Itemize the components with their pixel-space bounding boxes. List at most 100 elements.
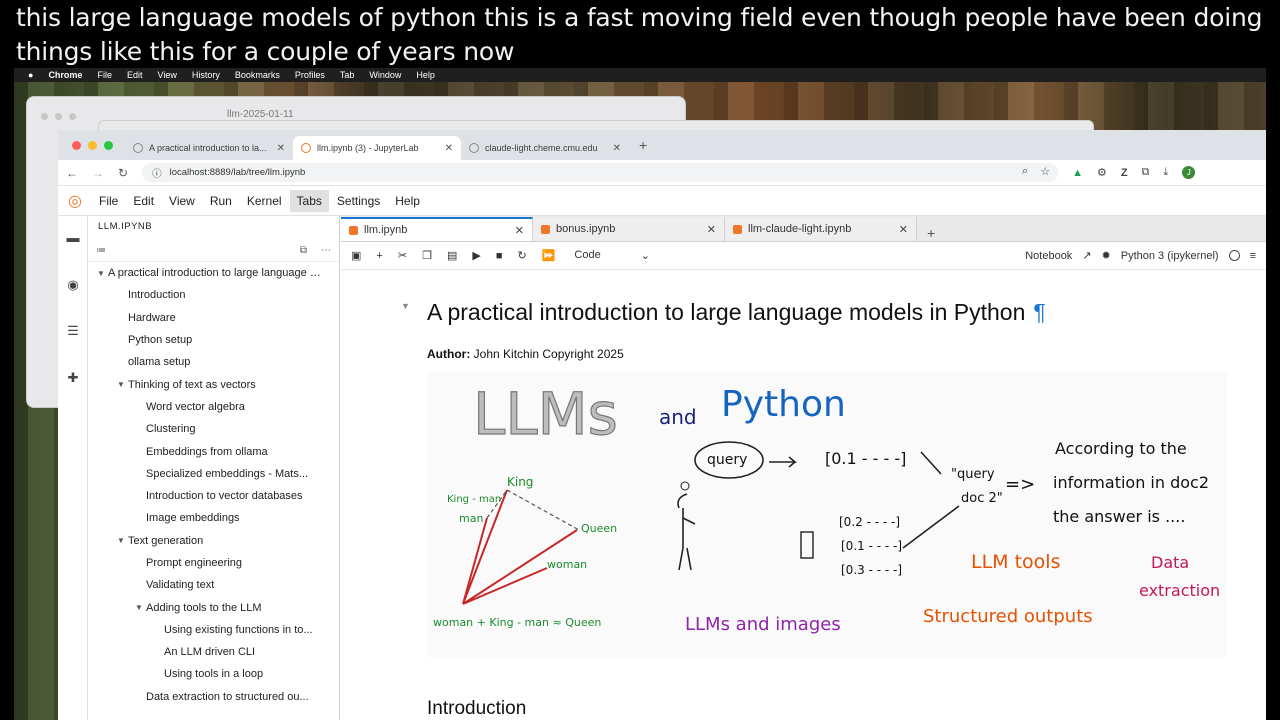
menu-tab[interactable]: Tab xyxy=(340,70,355,80)
menu-icon[interactable]: ≡ xyxy=(1250,250,1256,262)
save-icon[interactable]: ▣ xyxy=(351,249,361,262)
paste-icon[interactable]: ▤ xyxy=(447,249,457,262)
bug-icon[interactable]: ✹ xyxy=(1102,249,1111,262)
doc-tab-bonus[interactable]: bonus.ipynb ✕ xyxy=(533,217,725,241)
browser-tab-claude-light[interactable]: claude-light.cheme.cmu.edu ✕ xyxy=(461,136,629,160)
toc-item[interactable]: Validating text xyxy=(88,574,339,596)
browser-tab-jupyterlab[interactable]: llm.ipynb (3) - JupyterLab ✕ xyxy=(293,136,461,160)
jmenu-settings[interactable]: Settings xyxy=(330,190,387,212)
toc-item[interactable]: Specialized embeddings - Mats... xyxy=(88,463,339,485)
restart-icon[interactable]: ↻ xyxy=(517,249,526,262)
jmenu-help[interactable]: Help xyxy=(388,190,427,212)
new-tab-button[interactable]: + xyxy=(639,137,647,153)
run-all-icon[interactable]: ⏩ xyxy=(542,249,556,262)
collapse-all-icon[interactable]: ⧉ xyxy=(300,245,307,256)
toc-item[interactable]: Using existing functions in to... xyxy=(88,619,339,641)
menu-file[interactable]: File xyxy=(97,70,112,80)
extensions-puzzle-icon[interactable]: ⧉ xyxy=(1142,166,1150,179)
menu-chrome[interactable]: Chrome xyxy=(48,70,82,80)
kernel-name[interactable]: Python 3 (ipykernel) xyxy=(1121,250,1219,262)
toc-item[interactable]: Word vector algebra xyxy=(88,396,339,418)
menu-bookmarks[interactable]: Bookmarks xyxy=(235,70,280,80)
toc-item[interactable]: Using tools in a loop xyxy=(88,663,339,685)
external-link-icon[interactable]: ↗ xyxy=(1082,249,1091,262)
menu-view[interactable]: View xyxy=(157,70,176,80)
close-dot[interactable] xyxy=(72,140,81,150)
toc-item[interactable]: ▼ Adding tools to the LLM xyxy=(88,596,339,618)
numbering-icon[interactable]: ≔ xyxy=(96,245,106,256)
toc-item[interactable]: ▼ Text generation xyxy=(88,530,339,552)
new-launcher-button[interactable]: + xyxy=(917,225,945,241)
minimize-dot[interactable] xyxy=(88,140,97,150)
stop-icon[interactable]: ■ xyxy=(496,250,503,262)
drive-extension-icon[interactable]: ▲ xyxy=(1072,167,1083,179)
table-of-contents-icon[interactable]: ☰ xyxy=(65,323,81,339)
toc-item[interactable]: An LLM driven CLI xyxy=(88,641,339,663)
bg-close-dot[interactable] xyxy=(41,113,48,120)
folder-icon[interactable]: ▬ xyxy=(65,230,81,246)
toc-item[interactable]: Hardware xyxy=(88,307,339,329)
jmenu-view[interactable]: View xyxy=(162,190,202,212)
menu-help[interactable]: Help xyxy=(416,70,435,80)
notebook-open-button[interactable]: Notebook xyxy=(1025,250,1072,262)
collapse-heading-icon[interactable]: ▼ xyxy=(401,301,410,311)
toc-item[interactable]: Image embeddings xyxy=(88,507,339,529)
cell-type-select[interactable]: Code ⌄ xyxy=(574,249,650,262)
zotero-extension-icon[interactable]: Z xyxy=(1121,167,1128,179)
menu-history[interactable]: History xyxy=(192,70,220,80)
reload-icon[interactable]: ↻ xyxy=(118,166,128,180)
profile-avatar[interactable]: J xyxy=(1182,166,1196,179)
toc-item[interactable]: Embeddings from ollama xyxy=(88,440,339,462)
apple-icon[interactable]: ● xyxy=(28,70,33,80)
browser-tab-practical-intro[interactable]: A practical introduction to la... ✕ xyxy=(125,136,293,160)
jmenu-edit[interactable]: Edit xyxy=(126,190,161,212)
toc-item[interactable]: Data extraction to structured ou... xyxy=(88,686,339,708)
doc-tab-llm-claude-light[interactable]: llm-claude-light.ipynb ✕ xyxy=(725,217,917,241)
toc-item[interactable]: Introduction to vector databases xyxy=(88,485,339,507)
jmenu-run[interactable]: Run xyxy=(203,190,239,212)
bg-zoom-dot[interactable] xyxy=(69,113,76,120)
menu-edit[interactable]: Edit xyxy=(127,70,143,80)
toc-item[interactable]: Introduction xyxy=(88,284,339,306)
insert-cell-icon[interactable]: + xyxy=(376,250,382,262)
download-icon[interactable]: ⤓ xyxy=(1163,166,1168,179)
toc-item[interactable]: ollama setup xyxy=(88,351,339,373)
close-doc-tab-icon[interactable]: ✕ xyxy=(707,223,716,236)
close-tab-icon[interactable]: ✕ xyxy=(445,143,453,154)
toc-caret-icon[interactable]: ▼ xyxy=(114,536,128,545)
close-tab-icon[interactable]: ✕ xyxy=(277,143,285,154)
cut-icon[interactable]: ✂ xyxy=(398,249,407,262)
address-bar[interactable]: ⓘ localhost:8889/lab/tree/llm.ipynb ⌕ ☆ xyxy=(142,163,1059,182)
zoom-dot[interactable] xyxy=(104,140,113,150)
extensions-icon[interactable]: ✚ xyxy=(65,370,81,386)
forward-arrow-icon[interactable]: → xyxy=(92,166,104,180)
zoom-icon[interactable]: ⌕ xyxy=(1022,165,1028,178)
toc-caret-icon[interactable]: ▼ xyxy=(132,603,146,612)
heading-anchor-link[interactable]: ¶ xyxy=(1033,299,1045,325)
toc-item[interactable]: Prompt engineering xyxy=(88,552,339,574)
menu-window[interactable]: Window xyxy=(369,70,401,80)
copy-icon[interactable]: ❐ xyxy=(422,249,432,262)
jmenu-tabs[interactable]: Tabs xyxy=(289,189,329,212)
toc-item[interactable]: Clustering xyxy=(88,418,339,440)
toc-item[interactable]: ▼ A practical introduction to large langu… xyxy=(88,262,339,284)
site-info-icon[interactable]: ⓘ xyxy=(152,166,162,180)
extension-icon[interactable]: ⚙ xyxy=(1097,166,1107,179)
jmenu-kernel[interactable]: Kernel xyxy=(240,190,289,212)
close-doc-tab-icon[interactable]: ✕ xyxy=(899,223,908,236)
toc-caret-icon[interactable]: ▼ xyxy=(114,380,128,389)
back-arrow-icon[interactable]: ← xyxy=(66,166,78,180)
toc-item[interactable]: Python setup xyxy=(88,329,339,351)
jmenu-file[interactable]: File xyxy=(92,190,125,212)
bookmark-star-icon[interactable]: ☆ xyxy=(1040,165,1050,178)
close-tab-icon[interactable]: ✕ xyxy=(613,143,621,154)
more-options-icon[interactable]: ⋯ xyxy=(321,245,331,256)
bg-minimize-dot[interactable] xyxy=(55,113,62,120)
close-doc-tab-icon[interactable]: ✕ xyxy=(515,224,524,237)
toc-caret-icon[interactable]: ▼ xyxy=(94,269,108,278)
doc-tab-llm[interactable]: llm.ipynb ✕ xyxy=(341,217,533,241)
menu-profiles[interactable]: Profiles xyxy=(295,70,325,80)
toc-item[interactable]: ▼ Thinking of text as vectors xyxy=(88,373,339,395)
run-icon[interactable]: ▶ xyxy=(472,249,480,262)
running-kernels-icon[interactable]: ◉ xyxy=(65,277,81,293)
